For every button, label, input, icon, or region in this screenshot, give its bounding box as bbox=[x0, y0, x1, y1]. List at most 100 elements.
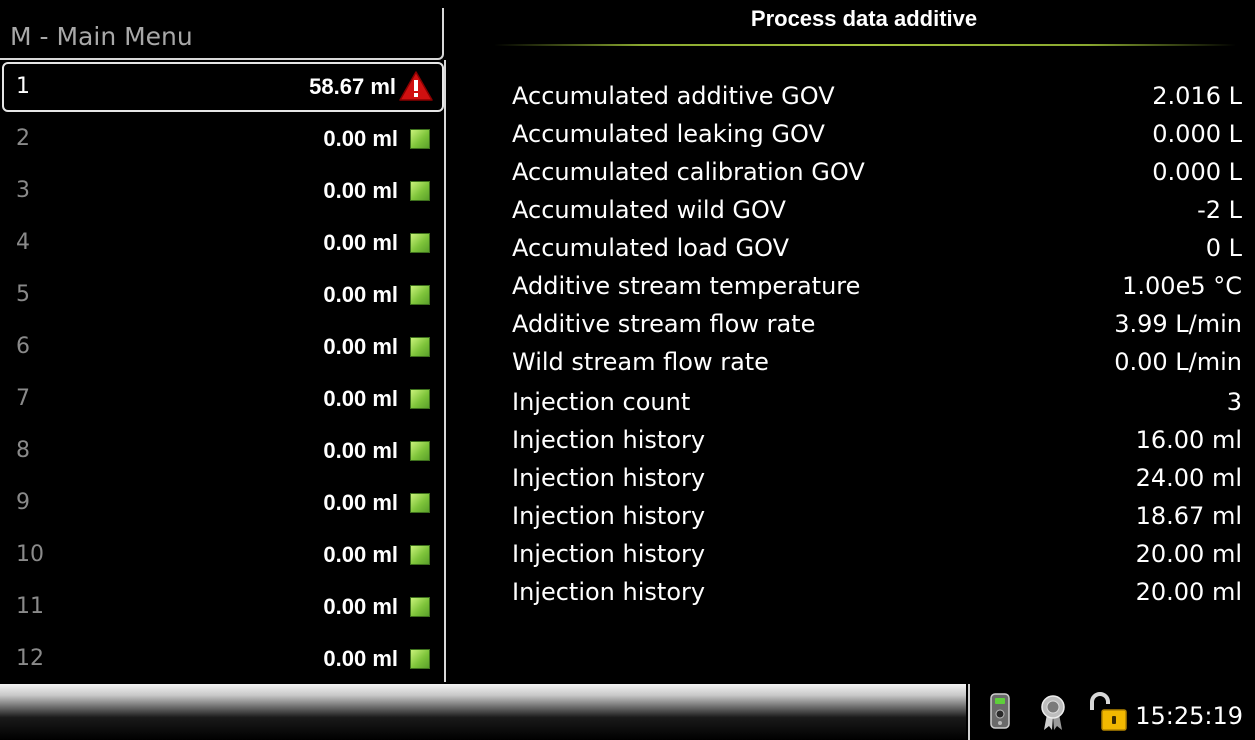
stream-value: 0.00 ml bbox=[323, 594, 398, 619]
ok-indicator bbox=[410, 389, 430, 409]
stream-number: 8 bbox=[16, 438, 30, 463]
remote-control-icon[interactable] bbox=[988, 692, 1012, 730]
stream-number: 4 bbox=[16, 230, 30, 255]
data-value: 1.00e5 °C bbox=[1122, 272, 1242, 300]
warning-icon bbox=[399, 71, 433, 101]
data-label: Accumulated calibration GOV bbox=[512, 158, 865, 186]
stream-number: 10 bbox=[16, 542, 44, 567]
stream-number: 5 bbox=[16, 282, 30, 307]
data-label: Accumulated leaking GOV bbox=[512, 120, 825, 148]
data-row: Injection history 20.00 ml bbox=[512, 578, 1242, 616]
stream-row-3[interactable]: 3 0.00 ml bbox=[0, 166, 446, 218]
data-label: Injection history bbox=[512, 426, 706, 454]
stream-number: 12 bbox=[16, 646, 44, 671]
stream-row-12[interactable]: 12 0.00 ml bbox=[0, 634, 446, 686]
ok-indicator bbox=[410, 545, 430, 565]
stream-row-7[interactable]: 7 0.00 ml bbox=[0, 374, 446, 426]
stream-number: 2 bbox=[16, 126, 30, 151]
data-row: Accumulated wild GOV -2 L bbox=[512, 196, 1242, 234]
data-value: 24.00 ml bbox=[1135, 464, 1242, 492]
data-label: Wild stream flow rate bbox=[512, 348, 769, 376]
padlock-icon[interactable] bbox=[1086, 692, 1130, 732]
ok-indicator bbox=[410, 129, 430, 149]
data-row: Accumulated additive GOV 2.016 L bbox=[512, 82, 1242, 120]
data-row: Injection history 20.00 ml bbox=[512, 540, 1242, 578]
data-value: 0.000 L bbox=[1152, 120, 1242, 148]
data-label: Injection count bbox=[512, 388, 691, 416]
data-label: Injection history bbox=[512, 502, 706, 530]
data-value: 20.00 ml bbox=[1135, 578, 1242, 606]
certificate-icon[interactable] bbox=[1038, 694, 1068, 732]
stream-value: 0.00 ml bbox=[323, 126, 398, 151]
title-divider bbox=[494, 44, 1236, 46]
status-bar-separator bbox=[968, 684, 970, 740]
stream-value: 0.00 ml bbox=[323, 386, 398, 411]
data-label: Accumulated load GOV bbox=[512, 234, 790, 262]
data-row: Injection history 16.00 ml bbox=[512, 426, 1242, 464]
data-value: 3 bbox=[1226, 388, 1242, 416]
data-row: Accumulated leaking GOV 0.000 L bbox=[512, 120, 1242, 158]
data-label: Accumulated wild GOV bbox=[512, 196, 786, 224]
data-value: 0.00 L/min bbox=[1114, 348, 1242, 376]
data-label: Additive stream temperature bbox=[512, 272, 861, 300]
stream-number: 3 bbox=[16, 178, 30, 203]
data-label: Additive stream flow rate bbox=[512, 310, 816, 338]
data-label: Injection history bbox=[512, 540, 706, 568]
stream-number: 1 bbox=[16, 74, 30, 99]
stream-row-11[interactable]: 11 0.00 ml bbox=[0, 582, 446, 634]
status-bar bbox=[0, 684, 966, 740]
data-value: 16.00 ml bbox=[1135, 426, 1242, 454]
data-row: Additive stream temperature 1.00e5 °C bbox=[512, 272, 1242, 310]
panel-title: Process data additive bbox=[750, 6, 978, 31]
data-label: Accumulated additive GOV bbox=[512, 82, 835, 110]
stream-value: 0.00 ml bbox=[323, 334, 398, 359]
stream-number: 9 bbox=[16, 490, 30, 515]
stream-number: 6 bbox=[16, 334, 30, 359]
data-value: 0 L bbox=[1205, 234, 1242, 262]
data-label: Injection history bbox=[512, 578, 706, 606]
stream-row-9[interactable]: 9 0.00 ml bbox=[0, 478, 446, 530]
stream-list: 1 58.67 ml 2 0.00 ml 3 0.00 ml 4 0.00 ml… bbox=[0, 62, 446, 686]
data-value: -2 L bbox=[1197, 196, 1242, 224]
stream-number: 7 bbox=[16, 386, 30, 411]
stream-row-1[interactable]: 1 58.67 ml bbox=[2, 62, 444, 112]
ok-indicator bbox=[410, 181, 430, 201]
data-row: Injection history 24.00 ml bbox=[512, 464, 1242, 502]
stream-value: 58.67 ml bbox=[309, 74, 396, 99]
data-value: 18.67 ml bbox=[1135, 502, 1242, 530]
ok-indicator bbox=[410, 597, 430, 617]
data-row: Accumulated load GOV 0 L bbox=[512, 234, 1242, 272]
stream-row-5[interactable]: 5 0.00 ml bbox=[0, 270, 446, 322]
stream-row-6[interactable]: 6 0.00 ml bbox=[0, 322, 446, 374]
data-row: Additive stream flow rate 3.99 L/min bbox=[512, 310, 1242, 348]
stream-value: 0.00 ml bbox=[323, 542, 398, 567]
stream-row-2[interactable]: 2 0.00 ml bbox=[0, 114, 446, 166]
stream-row-4[interactable]: 4 0.00 ml bbox=[0, 218, 446, 270]
data-label: Injection history bbox=[512, 464, 706, 492]
data-value: 2.016 L bbox=[1152, 82, 1242, 110]
stream-value: 0.00 ml bbox=[323, 490, 398, 515]
stream-row-10[interactable]: 10 0.00 ml bbox=[0, 530, 446, 582]
ok-indicator bbox=[410, 441, 430, 461]
ok-indicator bbox=[410, 649, 430, 669]
clock-time: 15:25:19 bbox=[1135, 702, 1243, 730]
ok-indicator bbox=[410, 285, 430, 305]
stream-value: 0.00 ml bbox=[323, 178, 398, 203]
data-row: Injection count 3 bbox=[512, 388, 1242, 426]
ok-indicator bbox=[410, 233, 430, 253]
stream-value: 0.00 ml bbox=[323, 282, 398, 307]
stream-number: 11 bbox=[16, 594, 44, 619]
ok-indicator bbox=[410, 493, 430, 513]
data-row: Accumulated calibration GOV 0.000 L bbox=[512, 158, 1242, 196]
stream-value: 0.00 ml bbox=[323, 438, 398, 463]
data-value: 0.000 L bbox=[1152, 158, 1242, 186]
data-row: Injection history 18.67 ml bbox=[512, 502, 1242, 540]
data-value: 20.00 ml bbox=[1135, 540, 1242, 568]
stream-row-8[interactable]: 8 0.00 ml bbox=[0, 426, 446, 478]
stream-value: 0.00 ml bbox=[323, 230, 398, 255]
main-menu-title: M - Main Menu bbox=[10, 22, 193, 51]
main-menu-header[interactable]: M - Main Menu bbox=[0, 8, 444, 60]
data-value: 3.99 L/min bbox=[1114, 310, 1242, 338]
stream-value: 0.00 ml bbox=[323, 646, 398, 671]
ok-indicator bbox=[410, 337, 430, 357]
